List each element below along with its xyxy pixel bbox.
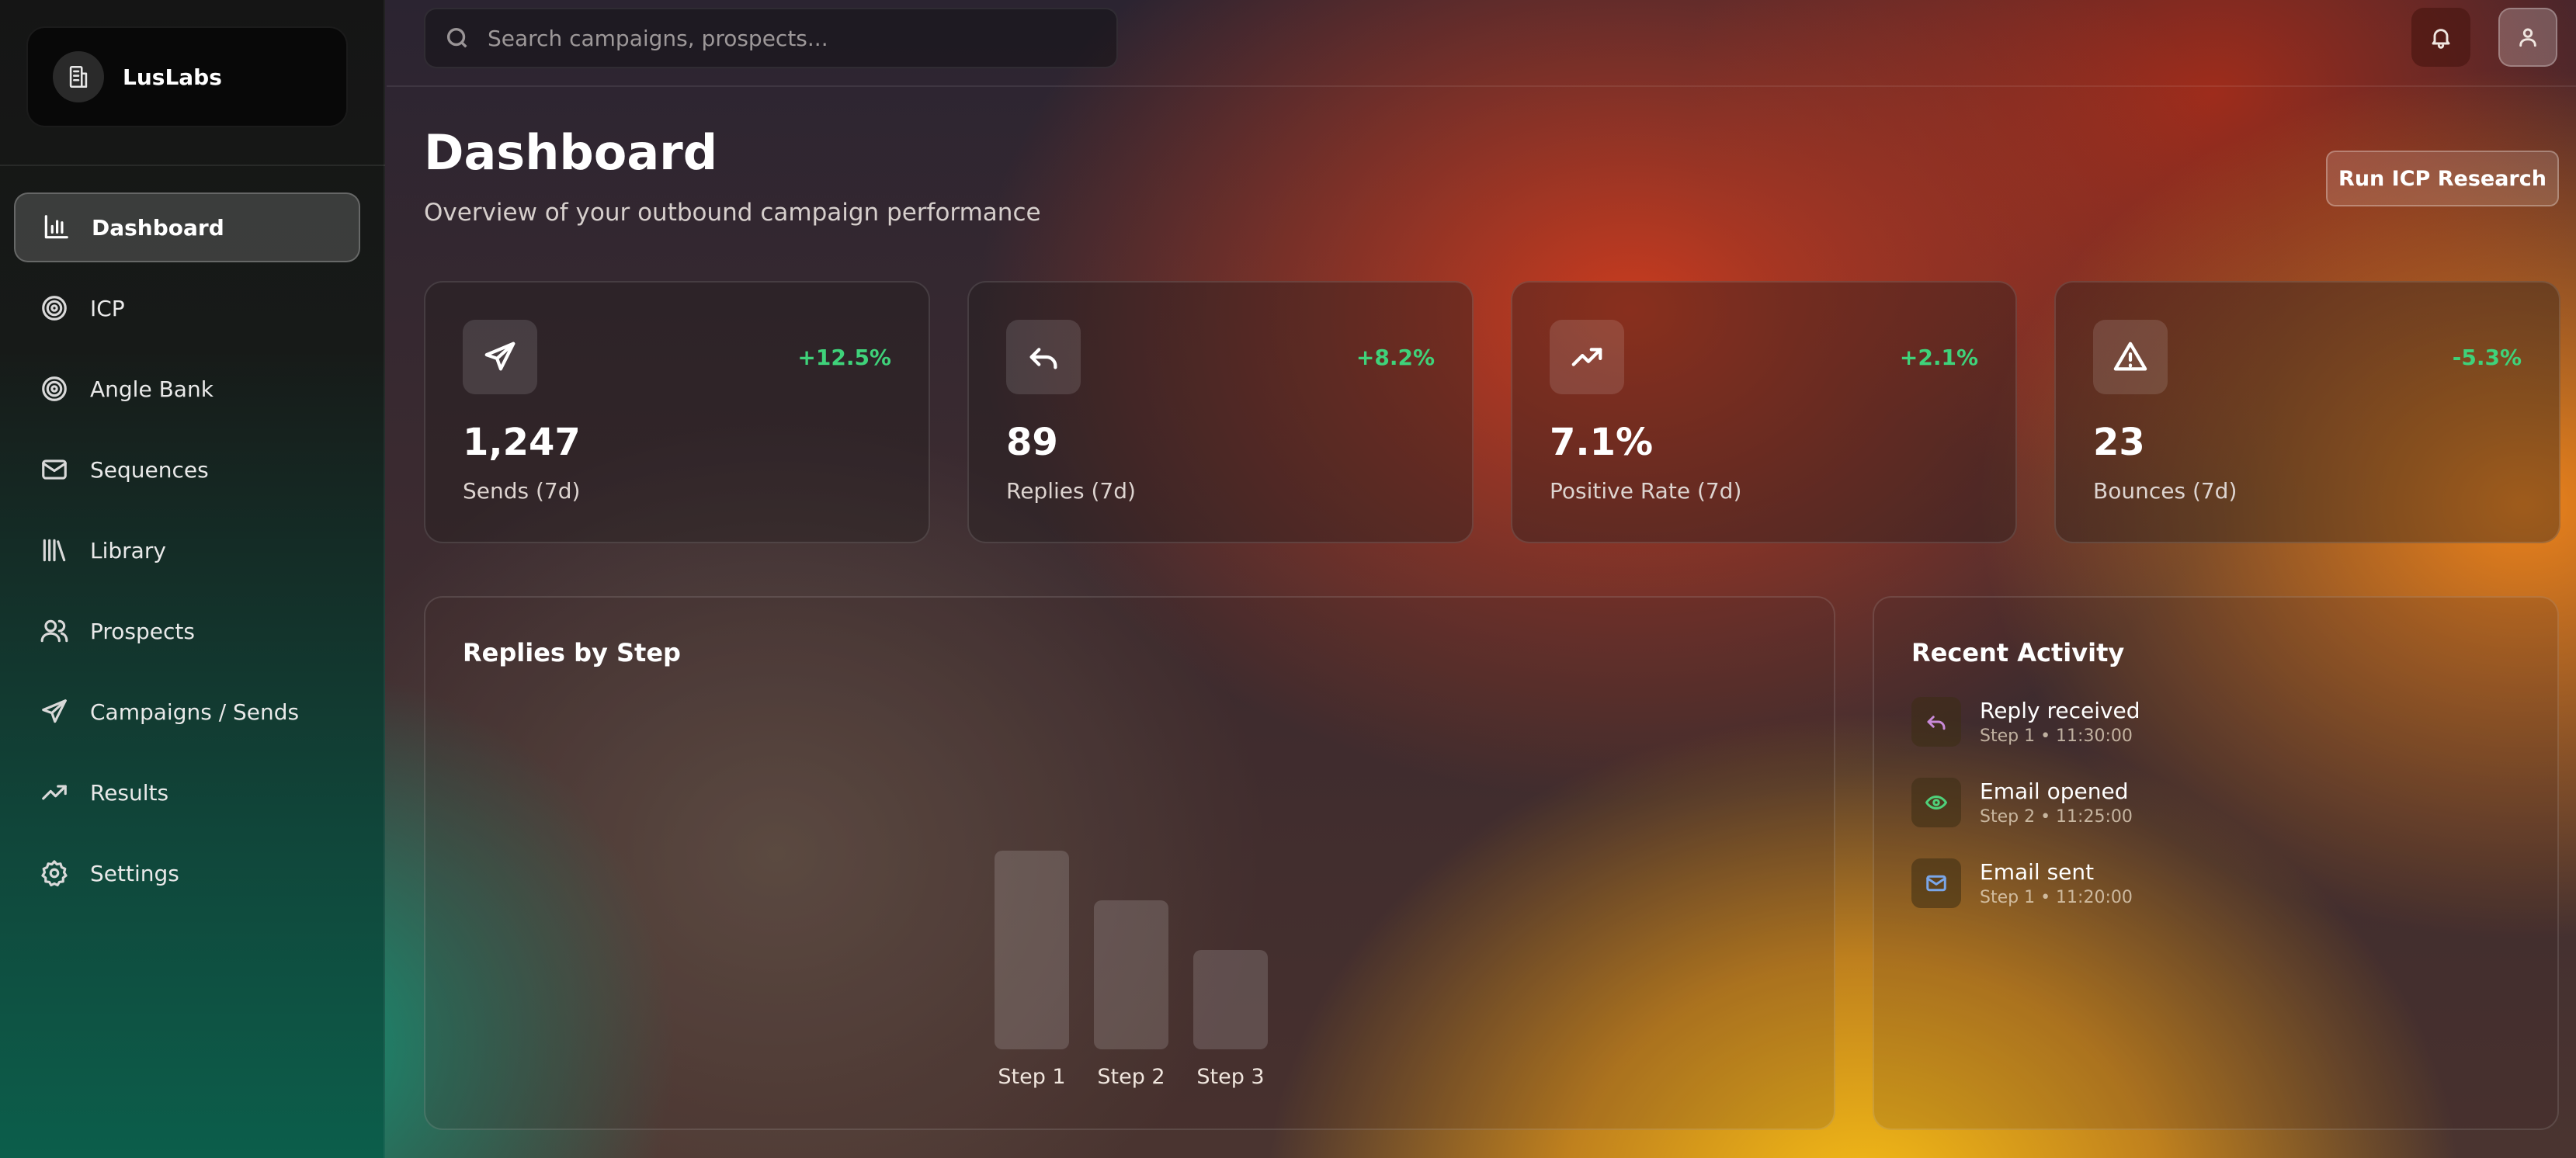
sidebar-item-sequences[interactable]: Sequences [14,435,360,504]
sidebar-item-label: ICP [90,295,125,321]
stat-card-positive-rate: +2.1% 7.1% Positive Rate (7d) [1511,281,2017,543]
search-input[interactable] [488,25,1093,51]
workspace-switcher[interactable]: LusLabs [26,26,348,127]
recent-activity-panel: Recent Activity Reply received Step 1 • … [1873,596,2559,1130]
gear-icon [39,858,70,889]
activity-list: Reply received Step 1 • 11:30:00 Email o… [1911,697,2533,939]
sidebar-item-angle-bank[interactable]: Angle Bank [14,354,360,424]
sidebar-item-dashboard[interactable]: Dashboard [14,192,360,262]
stat-label: Sends (7d) [463,478,581,504]
activity-item[interactable]: Reply received Step 1 • 11:30:00 [1911,697,2533,778]
stat-card-sends: +12.5% 1,247 Sends (7d) [424,281,930,543]
activity-title: Recent Activity [1911,638,2125,667]
activity-item-title: Email sent [1980,859,2095,885]
sidebar-item-label: Dashboard [92,214,224,241]
mail-icon [39,454,70,485]
sidebar-item-label: Settings [90,860,179,886]
activity-item-title: Email opened [1980,778,2129,804]
search-icon [446,27,467,48]
chart-bar [1193,950,1268,1049]
sidebar-item-label: Results [90,779,169,806]
stat-value: 23 [2093,421,2145,464]
sidebar-item-label: Prospects [90,618,195,644]
library-icon [39,535,70,566]
target-icon [39,373,70,404]
sidebar-item-label: Sequences [90,456,209,483]
eye-icon [1911,778,1961,827]
stat-card-replies: +8.2% 89 Replies (7d) [967,281,1474,543]
user-icon [2519,28,2536,47]
building-icon [53,51,104,102]
activity-item-meta: Step 1 • 11:30:00 [1980,726,2133,746]
sidebar-item-library[interactable]: Library [14,515,360,585]
activity-item[interactable]: Email opened Step 2 • 11:25:00 [1911,778,2533,858]
target-icon [39,293,70,324]
sidebar-item-icp[interactable]: ICP [14,273,360,343]
stat-value: 7.1% [1550,421,1654,464]
trending-up-icon [39,777,70,808]
chart-tick-label: Step 1 [998,1065,1065,1089]
sidebar-divider [0,165,385,166]
activity-item-meta: Step 2 • 11:25:00 [1980,807,2133,827]
sidebar-item-label: Angle Bank [90,376,214,402]
chart-bar [1094,900,1168,1049]
app-name: LusLabs [123,64,222,90]
sidebar: LusLabs Dashboard ICP Angle Bank Sequenc… [0,0,385,1158]
sidebar-item-campaigns-sends[interactable]: Campaigns / Sends [14,677,360,747]
topbar [387,0,2576,87]
stat-delta: +8.2% [1356,345,1435,370]
alert-triangle-icon [2093,320,2168,394]
sidebar-item-label: Campaigns / Sends [90,699,300,725]
sidebar-item-label: Library [90,537,166,563]
sidebar-nav: Dashboard ICP Angle Bank Sequences Libra… [14,192,360,919]
stat-delta: -5.3% [2452,345,2522,370]
mail-icon [1911,858,1961,908]
reply-icon [1006,320,1081,394]
notifications-button[interactable] [2411,8,2470,67]
stat-label: Replies (7d) [1006,478,1136,504]
stat-delta: +12.5% [797,345,891,370]
page-subtitle: Overview of your outbound campaign perfo… [424,199,1041,227]
send-icon [39,696,70,727]
chart-bar [995,851,1069,1049]
activity-item-meta: Step 1 • 11:20:00 [1980,888,2133,907]
trending-up-icon [1550,320,1624,394]
sidebar-item-results[interactable]: Results [14,758,360,827]
stat-delta: +2.1% [1899,345,1978,370]
chart-tick-label: Step 3 [1196,1065,1264,1089]
chart-tick-label: Step 2 [1097,1065,1165,1089]
stat-card-bounces: -5.3% 23 Bounces (7d) [2054,281,2560,543]
search-box[interactable] [424,8,1118,68]
reply-icon [1911,697,1961,747]
users-icon [39,615,70,647]
activity-item[interactable]: Email sent Step 1 • 11:20:00 [1911,858,2533,939]
stat-value: 1,247 [463,421,581,464]
bar-chart-icon [40,212,71,243]
stat-label: Positive Rate (7d) [1550,478,1742,504]
activity-item-title: Reply received [1980,698,2140,723]
replies-by-step-chart: Step 1 Step 2 Step 3 [995,851,1268,1089]
user-menu-button[interactable] [2498,8,2557,67]
stat-value: 89 [1006,421,1058,464]
stat-label: Bounces (7d) [2093,478,2238,504]
replies-by-step-panel: Replies by Step Step 1 Step 2 Step 3 [424,596,1835,1130]
page-title: Dashboard [424,124,718,181]
run-icp-research-button[interactable]: Run ICP Research [2326,151,2559,206]
sidebar-item-prospects[interactable]: Prospects [14,596,360,666]
bell-icon [2432,29,2450,49]
send-icon [463,320,537,394]
sidebar-item-settings[interactable]: Settings [14,838,360,908]
